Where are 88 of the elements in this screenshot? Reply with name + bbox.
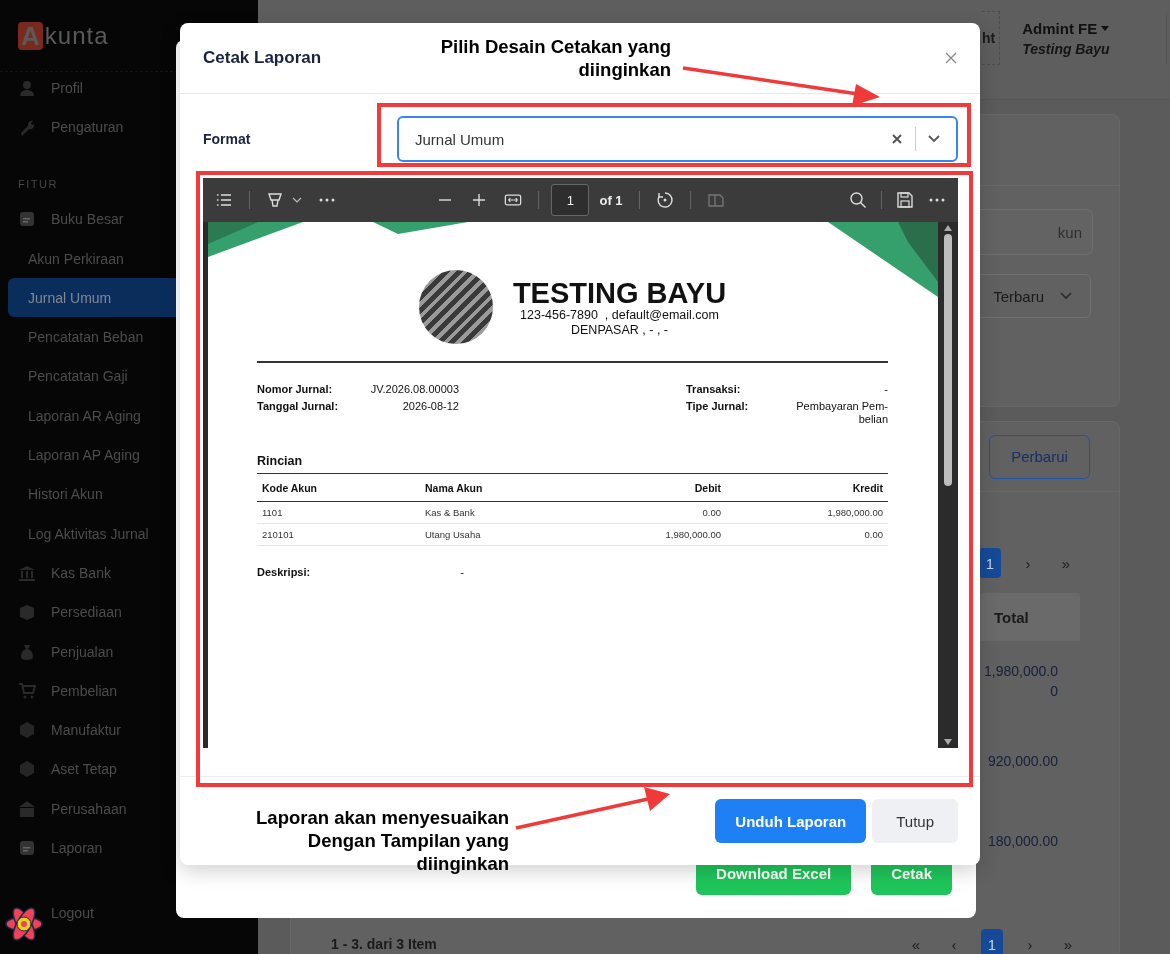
logo-text: kunta: [44, 21, 109, 50]
column-header: Debit: [694, 482, 721, 494]
caret-icon: [1101, 26, 1110, 31]
table-cell: Kas & Bank: [425, 507, 475, 518]
highlighter-icon[interactable]: [266, 191, 284, 209]
field-label: Nomor Jurnal:: [257, 383, 333, 396]
list-icon[interactable]: [215, 191, 233, 209]
page-count: of 1: [599, 192, 623, 208]
field-value: JV.2026.08.00003: [370, 383, 459, 396]
book-icon: [18, 210, 36, 229]
chevron-icon: [1060, 292, 1072, 300]
table-cell: 1,980,000.00: [665, 529, 721, 540]
sidebar-item[interactable]: Kas Bank: [0, 553, 258, 593]
table-cell-text: 1,980,000.00: [983, 662, 1058, 701]
fit-width-icon[interactable]: [504, 191, 523, 209]
field-label: Tanggal Jurnal:: [257, 400, 339, 413]
field-label: Transaksi:: [686, 383, 741, 396]
item-summary: 1 - 3. dari 3 Item: [331, 936, 437, 952]
caret-icon[interactable]: [292, 197, 302, 203]
sidebar-item[interactable]: Manufaktur: [0, 710, 258, 750]
field-label: Tipe Jurnal:: [686, 400, 749, 414]
close-icon[interactable]: [945, 52, 957, 64]
company-name: Testing Bayu: [1022, 41, 1111, 57]
field-label: Deskripsi:: [257, 566, 311, 578]
sidebar-item[interactable]: Laporan: [0, 828, 258, 868]
refresh-button[interactable]: Perbarui: [989, 434, 1090, 479]
field-value: Pembayaran Pem- belian: [796, 400, 888, 426]
company-contact: 123-456-7890 , default@email.com: [520, 308, 719, 323]
sidebar-item[interactable]: Penjualan: [0, 631, 258, 672]
column-header: Nama Akun: [425, 482, 483, 494]
money-bag-icon: [18, 642, 36, 661]
chevron-icon[interactable]: [928, 135, 940, 143]
user-icon: [18, 78, 36, 97]
cube-icon: [18, 721, 36, 740]
pagination-item[interactable]: «: [905, 929, 927, 954]
format-select[interactable]: Jurnal Umum: [397, 116, 958, 162]
section-label: FITUR: [17, 176, 59, 192]
table-cell: 210101: [262, 529, 294, 540]
sidebar-item[interactable]: Pembelian: [0, 671, 258, 711]
column-header: Kode Akun: [262, 482, 318, 494]
field-value: 2026-08-12: [402, 400, 459, 413]
header-button[interactable]: ht: [982, 10, 1001, 65]
table-cell: 1101: [262, 507, 283, 518]
user-menu[interactable]: Admint FE: [1022, 20, 1145, 37]
clear-icon[interactable]: [892, 134, 902, 144]
pagination-item[interactable]: ‹: [943, 929, 965, 954]
company-name: TESTING BAYU: [512, 278, 727, 308]
save-icon[interactable]: [896, 191, 914, 209]
sidebar-item[interactable]: Perusahaan: [0, 789, 258, 829]
search-icon[interactable]: [849, 191, 867, 209]
table-cell: 0.00: [864, 529, 883, 540]
dialog-title: Cetak Laporan: [203, 48, 322, 68]
company-address: DENPASAR , - , -: [571, 323, 668, 338]
pagination-item[interactable]: »: [1057, 929, 1079, 954]
sidebar-item[interactable]: Aset Tetap: [0, 749, 258, 790]
field-value: -: [884, 383, 888, 396]
annotation-text: Pilih Desain Cetakan yang diinginkan: [439, 35, 671, 81]
book-icon: [18, 839, 36, 857]
table-cell: 0.00: [702, 507, 721, 518]
pagination-item[interactable]: »: [1055, 548, 1077, 578]
bank-icon: [18, 563, 36, 582]
column-header: Kredit: [852, 482, 883, 494]
page-number-field[interactable]: 1: [551, 184, 590, 216]
pagination-item[interactable]: ›: [1017, 548, 1039, 578]
table-cell-text: 920,000.00: [986, 752, 1058, 771]
sidebar-item[interactable]: Buku Besar: [0, 199, 258, 239]
column-header: Total: [980, 593, 1080, 641]
atom-icon[interactable]: [4, 904, 44, 944]
sidebar-item[interactable]: Persediaan: [0, 592, 258, 632]
table-cell: Utang Usaha: [425, 529, 481, 540]
pagination-item[interactable]: 1: [979, 548, 1001, 578]
section-heading: Rincian: [257, 454, 304, 468]
field-value: -: [460, 566, 464, 578]
format-label: Format: [203, 131, 252, 147]
table-cell: 1,980,000.00: [827, 507, 883, 518]
table-cell-text: 180,000.00: [986, 832, 1058, 851]
annotation-text: Laporan akan menyesuaikan Dengan Tampilan yang diinginkan: [255, 806, 509, 875]
building-icon: [18, 799, 36, 818]
pagination-item[interactable]: ›: [1019, 929, 1041, 954]
download-button[interactable]: Unduh Laporan: [715, 799, 867, 843]
cart-icon: [18, 681, 36, 700]
sidebar-item[interactable]: Profil: [0, 68, 258, 108]
pagination-item[interactable]: 1: [981, 929, 1003, 954]
box-icon: [18, 603, 36, 622]
close-button[interactable]: Tutup: [872, 799, 958, 843]
logo-mark: A: [18, 21, 43, 50]
rotate-icon[interactable]: [655, 191, 674, 209]
cube-icon: [18, 760, 36, 779]
